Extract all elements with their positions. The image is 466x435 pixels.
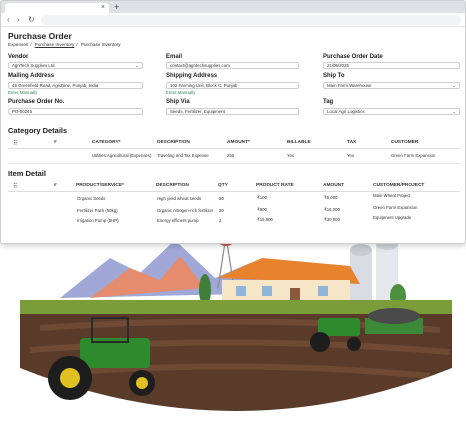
customer-project-cell: Equipment Upgrade: [373, 215, 412, 220]
item-table-header: ⠿ # PRODUCT/SERVICE* DESCRIPTION QTY PRO…: [8, 182, 460, 192]
farm-illustration: [0, 218, 466, 435]
amount-cell: ₹5,000: [324, 195, 338, 200]
col-product-service: PRODUCT/SERVICE*: [76, 183, 124, 188]
description-cell: Organic nitrogen-rich fertilizer: [157, 208, 214, 213]
category-table-header: ⠿ # CATEGORY* DESCRIPTION AMOUNT* BILLAB…: [8, 139, 460, 149]
description-cell: Energy efficient pump: [157, 218, 199, 223]
rate-cell: ₹100: [257, 195, 267, 200]
po-number-field[interactable]: PO-00245: [8, 108, 143, 115]
breadcrumb: Expenses / Purchase Inventory / Purchase I…: [8, 42, 121, 47]
rate-cell: ₹15,000: [257, 217, 273, 222]
address-bar[interactable]: [41, 15, 461, 25]
po-number-label: Purchase Order No.: [8, 99, 65, 105]
chevron-down-icon: ⌄: [452, 83, 456, 88]
description-cell: Traveling and Tax Expense: [157, 153, 209, 158]
vendor-label: Vendor: [8, 54, 29, 60]
qty-cell: 50: [219, 196, 224, 201]
vendor-select[interactable]: AgriTech Supplies Ltd. ⌄: [8, 62, 143, 69]
qty-cell: 20: [219, 208, 224, 213]
browser-window: × + ‹ › ↻ Purchase Order Expenses / Purch…: [0, 0, 466, 244]
ship-via-label: Ship Via: [166, 99, 190, 105]
breadcrumb-current: Purchase Inventory: [80, 42, 121, 47]
col-description: DESCRIPTION: [156, 183, 189, 188]
page-title: Purchase Order: [8, 31, 72, 41]
new-tab-icon[interactable]: +: [114, 1, 119, 13]
reload-icon[interactable]: ↻: [28, 14, 35, 26]
col-amount: AMOUNT: [323, 183, 345, 188]
email-label: Email: [166, 54, 183, 60]
mailing-address-label: Mailing Address: [8, 73, 55, 79]
breadcrumb-purchase-inventory[interactable]: Purchase Inventory: [35, 42, 75, 47]
nav-bar: ‹ › ↻: [1, 13, 465, 27]
col-product-rate: PRODUCT RATE: [256, 183, 294, 188]
col-customer: CUSTOMER: [391, 140, 419, 145]
ship-to-label: Ship To: [323, 73, 345, 79]
product-cell: Irrigation Pump (5HP): [77, 218, 119, 223]
product-cell: Fertilizer Pack (50kg): [77, 208, 118, 213]
farm-scene: [20, 226, 452, 411]
amount-cell: 250: [227, 153, 235, 158]
col-number: #: [54, 183, 57, 188]
shipping-address-label: Shipping Address: [166, 73, 218, 79]
tax-cell: Yes: [347, 153, 355, 158]
farmhouse-icon: [218, 258, 360, 306]
back-icon[interactable]: ‹: [7, 14, 10, 26]
shipping-enter-manually-link[interactable]: Enter Manually: [166, 90, 195, 95]
category-details-title: Category Details: [8, 126, 68, 135]
billable-cell: Yes: [287, 153, 295, 158]
description-cell: High yield wheat seeds: [157, 196, 202, 201]
col-description: DESCRIPTION: [157, 140, 190, 145]
mailing-address-field[interactable]: 45 Greenfield Road, AgriZone, Punjab, In…: [8, 82, 143, 89]
email-field[interactable]: contact@agritechsupplies.com: [166, 62, 299, 69]
close-tab-icon[interactable]: ×: [101, 3, 105, 13]
customer-cell: Green Farm Expansion: [391, 153, 436, 158]
customer-project-cell: Main Wheat Project: [373, 193, 411, 198]
po-date-field[interactable]: 21/05/2025: [323, 62, 460, 69]
col-category: CATEGORY*: [92, 140, 121, 145]
col-customer-project: CUSTOMER/PROJECT: [373, 183, 425, 188]
ship-to-value: Main Farm Warehouse: [327, 83, 372, 88]
qty-cell: 2: [219, 218, 222, 223]
amount-cell: ₹16,000: [324, 207, 340, 212]
customer-project-cell: Green Farm Expansion: [373, 205, 418, 210]
row-divider: [8, 163, 460, 164]
amount-cell: ₹30,000: [324, 217, 340, 222]
ship-via-field[interactable]: Seeds, Fertilizer, Equipment: [166, 108, 299, 115]
rate-cell: ₹800: [257, 207, 267, 212]
tag-value: Local Agri Logistics: [327, 109, 365, 114]
grid-settings-icon[interactable]: ⠿: [13, 183, 17, 190]
browser-tab[interactable]: ×: [5, 3, 109, 13]
tag-label: Tag: [323, 99, 334, 105]
ship-to-select[interactable]: Main Farm Warehouse ⌄: [323, 82, 460, 89]
po-date-label: Purchase Order Date: [323, 54, 383, 60]
grid-settings-icon[interactable]: ⠿: [13, 140, 17, 147]
mailing-enter-manually-link[interactable]: Enter Manually: [8, 90, 37, 95]
chevron-down-icon: ⌄: [135, 63, 139, 68]
col-billable: BILLABLE: [287, 140, 311, 145]
shipping-address-field[interactable]: 102 Farming Unit, Block C, Punjab: [166, 82, 299, 89]
chevron-down-icon: ⌄: [452, 109, 456, 114]
product-cell: Organic Seeds: [77, 196, 106, 201]
col-amount: AMOUNT*: [227, 140, 250, 145]
tab-bar: × +: [1, 1, 465, 13]
forward-icon[interactable]: ›: [17, 14, 20, 26]
item-detail-title: Item Detail: [8, 169, 46, 178]
col-number: #: [54, 140, 57, 145]
category-cell: Utilities:Agricultural (Expenses): [92, 153, 152, 158]
page-content: Purchase Order Expenses / Purchase Invent…: [1, 27, 465, 243]
vendor-value: AgriTech Supplies Ltd.: [12, 63, 56, 68]
tag-select[interactable]: Local Agri Logistics ⌄: [323, 108, 460, 115]
breadcrumb-expenses[interactable]: Expenses: [8, 42, 28, 47]
col-tax: TAX: [347, 140, 357, 145]
col-qty: QTY: [218, 183, 228, 188]
